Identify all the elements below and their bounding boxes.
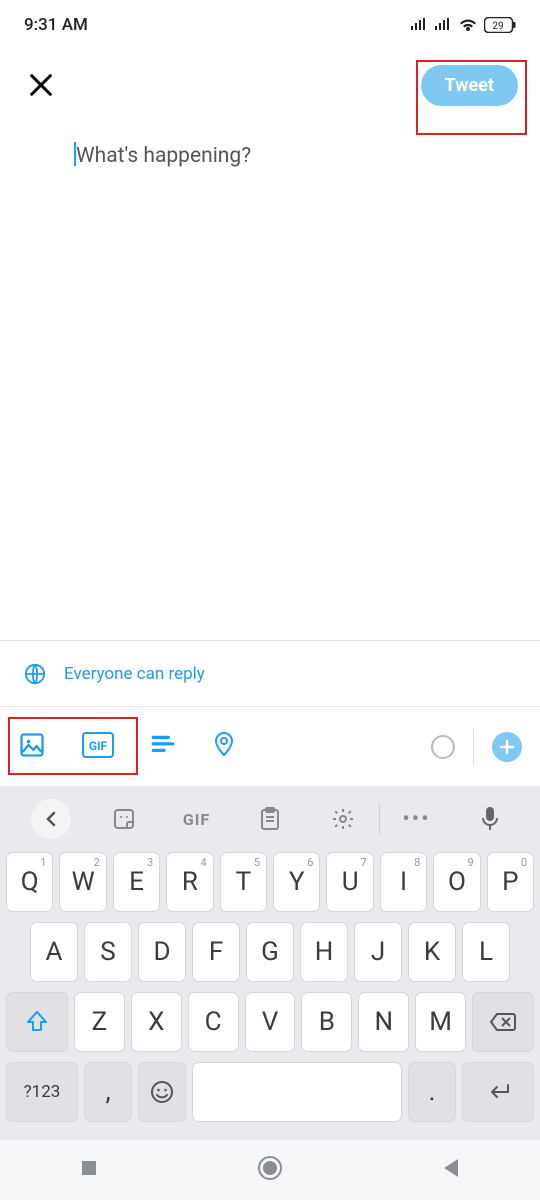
key-backspace[interactable] bbox=[472, 992, 534, 1052]
key-emoji[interactable] bbox=[138, 1062, 186, 1122]
key-h[interactable]: H bbox=[300, 922, 348, 982]
compose-area[interactable]: What's happening? bbox=[0, 120, 540, 168]
placeholder-text: What's happening? bbox=[76, 144, 251, 168]
key-u[interactable]: U7 bbox=[326, 852, 373, 912]
triangle-left-icon bbox=[441, 1157, 461, 1179]
nav-bar bbox=[0, 1140, 540, 1200]
reply-scope-label: Everyone can reply bbox=[64, 664, 205, 684]
key-c[interactable]: C bbox=[188, 992, 239, 1052]
status-icons: 29 bbox=[410, 17, 516, 33]
kb-row-2: ASDFGHJKL bbox=[0, 922, 540, 982]
emoji-icon bbox=[150, 1080, 174, 1104]
status-bar: 9:31 AM 29 bbox=[0, 0, 540, 50]
keyboard-toolbar: GIF ••• bbox=[0, 786, 540, 852]
kb-more-button[interactable]: ••• bbox=[380, 807, 453, 832]
key-f[interactable]: F bbox=[192, 922, 240, 982]
key-w[interactable]: W2 bbox=[59, 852, 106, 912]
attach-row: GIF bbox=[0, 706, 540, 786]
poll-icon bbox=[150, 732, 176, 758]
signal-icon bbox=[410, 18, 428, 32]
battery-icon: 29 bbox=[484, 17, 516, 33]
key-m[interactable]: M bbox=[415, 992, 466, 1052]
key-enter[interactable] bbox=[462, 1062, 534, 1122]
key-r[interactable]: R4 bbox=[166, 852, 213, 912]
globe-icon bbox=[24, 663, 46, 685]
nav-home[interactable] bbox=[257, 1155, 283, 1185]
key-a[interactable]: A bbox=[30, 922, 78, 982]
location-icon bbox=[212, 731, 236, 759]
svg-text:GIF: GIF bbox=[89, 739, 108, 753]
close-icon bbox=[27, 71, 55, 99]
key-d[interactable]: D bbox=[138, 922, 186, 982]
key-p[interactable]: P0 bbox=[487, 852, 534, 912]
char-count-circle bbox=[431, 735, 455, 759]
gif-button[interactable]: GIF bbox=[82, 732, 114, 762]
compose-header: Tweet bbox=[0, 50, 540, 120]
poll-button[interactable] bbox=[150, 732, 176, 762]
kb-row-4: ?123 , . bbox=[0, 1062, 540, 1122]
image-icon bbox=[18, 731, 46, 759]
key-s[interactable]: S bbox=[84, 922, 132, 982]
kb-mic-button[interactable] bbox=[453, 806, 526, 832]
compose-placeholder: What's happening? bbox=[74, 142, 466, 168]
kb-settings-button[interactable] bbox=[306, 807, 379, 831]
shift-icon bbox=[26, 1010, 48, 1034]
image-button[interactable] bbox=[18, 731, 46, 763]
status-time: 9:31 AM bbox=[24, 15, 88, 35]
add-thread-button[interactable] bbox=[492, 732, 522, 762]
nav-recent[interactable] bbox=[79, 1158, 99, 1182]
key-i[interactable]: I8 bbox=[380, 852, 427, 912]
chevron-left-icon bbox=[44, 811, 58, 827]
key-v[interactable]: V bbox=[245, 992, 296, 1052]
clipboard-icon bbox=[259, 807, 281, 831]
kb-back-button[interactable] bbox=[14, 799, 87, 839]
divider bbox=[473, 729, 474, 765]
mic-icon bbox=[481, 806, 499, 832]
wifi-icon bbox=[458, 17, 478, 33]
key-k[interactable]: K bbox=[408, 922, 456, 982]
signal-icon-2 bbox=[434, 18, 452, 32]
key-q[interactable]: Q1 bbox=[6, 852, 53, 912]
key-symbols[interactable]: ?123 bbox=[6, 1062, 78, 1122]
tweet-button[interactable]: Tweet bbox=[421, 65, 518, 106]
key-b[interactable]: B bbox=[301, 992, 352, 1052]
key-g[interactable]: G bbox=[246, 922, 294, 982]
kb-sticker-button[interactable] bbox=[87, 807, 160, 831]
key-o[interactable]: O9 bbox=[433, 852, 480, 912]
circle-icon bbox=[257, 1155, 283, 1181]
key-comma[interactable]: , bbox=[84, 1062, 132, 1122]
key-j[interactable]: J bbox=[354, 922, 402, 982]
plus-icon bbox=[499, 739, 515, 755]
enter-icon bbox=[484, 1082, 512, 1102]
key-y[interactable]: Y6 bbox=[273, 852, 320, 912]
svg-text:29: 29 bbox=[492, 21, 503, 32]
key-t[interactable]: T5 bbox=[220, 852, 267, 912]
gear-icon bbox=[331, 807, 355, 831]
key-e[interactable]: E3 bbox=[113, 852, 160, 912]
key-period[interactable]: . bbox=[408, 1062, 456, 1122]
sticker-icon bbox=[112, 807, 136, 831]
gif-icon: GIF bbox=[82, 732, 114, 758]
nav-back[interactable] bbox=[441, 1157, 461, 1183]
square-icon bbox=[79, 1158, 99, 1178]
key-z[interactable]: Z bbox=[74, 992, 125, 1052]
key-l[interactable]: L bbox=[462, 922, 510, 982]
close-button[interactable] bbox=[20, 64, 62, 106]
key-space[interactable] bbox=[192, 1062, 402, 1122]
kb-clipboard-button[interactable] bbox=[233, 807, 306, 831]
reply-scope-row[interactable]: Everyone can reply bbox=[0, 640, 540, 706]
kb-row-1: Q1W2E3R4T5Y6U7I8O9P0 bbox=[0, 852, 540, 912]
key-n[interactable]: N bbox=[358, 992, 409, 1052]
kb-row-3: ZXCVBNM bbox=[0, 992, 540, 1052]
key-shift[interactable] bbox=[6, 992, 68, 1052]
keyboard: GIF ••• Q1W2E3R4T5Y6U7I8O9P0 ASDFGHJKL Z… bbox=[0, 786, 540, 1140]
kb-gif-button[interactable]: GIF bbox=[160, 810, 233, 829]
location-button[interactable] bbox=[212, 731, 236, 763]
backspace-icon bbox=[489, 1012, 517, 1032]
key-x[interactable]: X bbox=[131, 992, 182, 1052]
